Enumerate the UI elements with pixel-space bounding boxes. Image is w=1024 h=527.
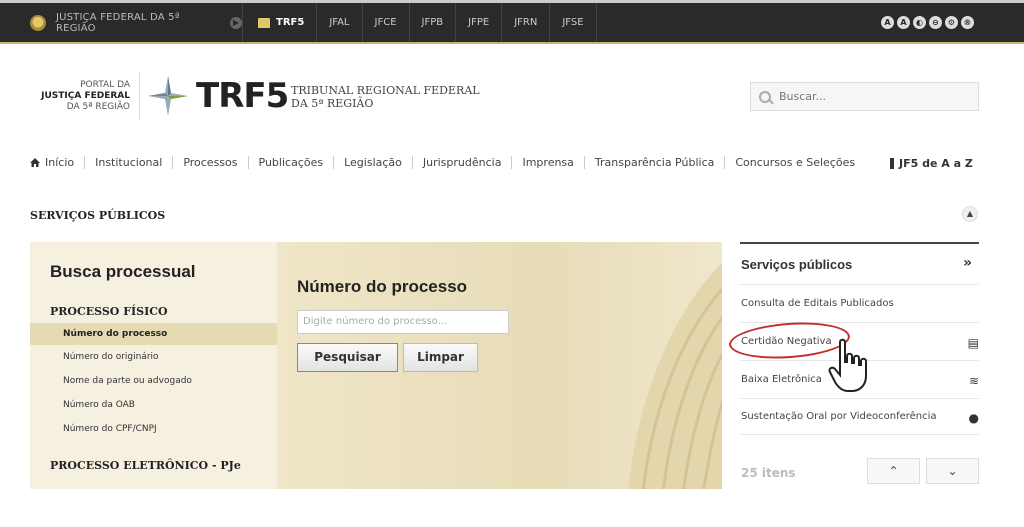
- divider: [740, 398, 979, 399]
- collapse-button[interactable]: ▲: [962, 206, 978, 222]
- tab-jfrn[interactable]: JFRN: [502, 3, 551, 42]
- nav-processos[interactable]: Processos: [172, 156, 247, 169]
- busca-panel: Busca processual PROCESSO FÍSICO Número …: [30, 242, 722, 489]
- nav-imprensa[interactable]: Imprensa: [511, 156, 583, 169]
- divider: [740, 284, 979, 285]
- tab-trf5[interactable]: TRF5: [243, 3, 318, 42]
- layers-icon: ≋: [968, 374, 979, 388]
- items-count: 25 itens: [741, 466, 796, 480]
- form-title: Número do processo: [297, 277, 468, 296]
- settings-icon[interactable]: ⚙: [945, 16, 958, 29]
- divider: [740, 434, 979, 435]
- link-cpf-cnpj[interactable]: Número do CPF/CNPJ: [63, 424, 157, 434]
- top-bar: JUSTIÇA FEDERAL DA 5ª REGIÃO ▶ TRF5 JFAL…: [0, 0, 1024, 44]
- nav-publicacoes[interactable]: Publicações: [247, 156, 334, 169]
- sidebar-top-line: [740, 242, 979, 244]
- nav-jurisprudencia[interactable]: Jurisprudência: [411, 156, 512, 169]
- search-icon: [759, 90, 771, 103]
- nav-legislacao[interactable]: Legislação: [333, 156, 412, 169]
- sidebar-item-editais[interactable]: Consulta de Editais Publicados: [741, 298, 979, 309]
- section-title: SERVIÇOS PÚBLICOS: [30, 209, 166, 222]
- tab-jfpb[interactable]: JFPB: [410, 3, 457, 42]
- building-illustration: [628, 262, 722, 489]
- trf5-subtitle: TRIBUNAL REGIONAL FEDERAL DA 5ª REGIÃO: [291, 84, 480, 110]
- contrast-icon[interactable]: ◐: [913, 16, 926, 29]
- busca-menu: Busca processual PROCESSO FÍSICO Número …: [30, 242, 277, 489]
- building-icon: [258, 17, 270, 28]
- tab-jfse[interactable]: JFSE: [550, 3, 597, 42]
- double-chevron-right-icon[interactable]: »: [963, 255, 972, 271]
- scroll-down-button[interactable]: ⌄: [926, 458, 979, 484]
- search-box[interactable]: [750, 82, 979, 111]
- home-icon: [30, 158, 40, 167]
- arrow-right-icon: ▶: [230, 16, 242, 29]
- scroll-up-button[interactable]: ⌃: [867, 458, 920, 484]
- processo-fisico-heading: PROCESSO FÍSICO: [50, 305, 168, 318]
- pesquisar-button[interactable]: Pesquisar: [297, 343, 398, 372]
- link-nome-parte[interactable]: Nome da parte ou advogado: [63, 376, 192, 386]
- portal-label[interactable]: PORTAL DA JUSTIÇA FEDERAL DA 5ª REGIÃO: [30, 80, 130, 113]
- servicos-sidebar: Serviços públicos » Consulta de Editais …: [740, 242, 979, 484]
- brasao-icon: [30, 14, 46, 31]
- accessibility-toolbar: A A ◐ ⊖ ⚙ ®: [881, 16, 974, 29]
- numero-processo-input[interactable]: Digite número do processo...: [297, 310, 509, 334]
- nav-transparencia[interactable]: Transparência Pública: [583, 156, 724, 169]
- user-icon: ●: [968, 411, 979, 425]
- font-decrease-icon[interactable]: A: [897, 16, 910, 29]
- logo-divider: [139, 72, 140, 120]
- chevron-up-icon: ▲: [966, 209, 974, 218]
- chevron-down-icon: ⌄: [947, 464, 958, 478]
- divider: [740, 322, 979, 323]
- tab-jfpe[interactable]: JFPE: [456, 3, 503, 42]
- link-numero-oab[interactable]: Número da OAB: [63, 400, 135, 410]
- processo-eletronico-heading[interactable]: PROCESSO ELETRÔNICO - PJe: [50, 459, 241, 472]
- sidebar-title[interactable]: Serviços públicos: [741, 257, 852, 272]
- trf5-star-icon: [148, 76, 188, 116]
- busca-title: Busca processual: [50, 262, 196, 281]
- document-icon: ▤: [967, 336, 979, 350]
- font-increase-icon[interactable]: A: [881, 16, 894, 29]
- sidebar-item-sustentacao[interactable]: Sustentação Oral por Videoconferência ●: [741, 411, 979, 425]
- zoom-out-icon[interactable]: ⊖: [929, 16, 942, 29]
- nav-inicio[interactable]: Início: [30, 156, 84, 169]
- trf5-logo[interactable]: TRF5: [196, 76, 289, 116]
- main-nav: Início Institucional Processos Publicaçõ…: [30, 156, 865, 169]
- chevron-up-icon: ⌃: [888, 464, 899, 478]
- nav-institucional[interactable]: Institucional: [84, 156, 172, 169]
- hand-cursor-icon: [828, 338, 867, 392]
- jf5-link[interactable]: JUSTIÇA FEDERAL DA 5ª REGIÃO ▶: [0, 3, 243, 42]
- busca-form: Número do processo Digite número do proc…: [277, 242, 722, 489]
- registered-icon[interactable]: ®: [961, 16, 974, 29]
- jf5-a-z-link[interactable]: JF5 de A a Z: [890, 157, 973, 170]
- tab-jfce[interactable]: JFCE: [363, 3, 410, 42]
- search-input[interactable]: [779, 90, 969, 103]
- link-numero-originario[interactable]: Número do originário: [63, 352, 159, 362]
- jf5-label: JUSTIÇA FEDERAL DA 5ª REGIÃO: [55, 11, 180, 34]
- link-numero-processo[interactable]: Número do processo: [30, 323, 277, 345]
- nav-concursos[interactable]: Concursos e Seleções: [724, 156, 865, 169]
- limpar-button[interactable]: Limpar: [403, 343, 478, 372]
- tab-jfal[interactable]: JFAL: [317, 3, 363, 42]
- bookmark-icon: [890, 158, 894, 169]
